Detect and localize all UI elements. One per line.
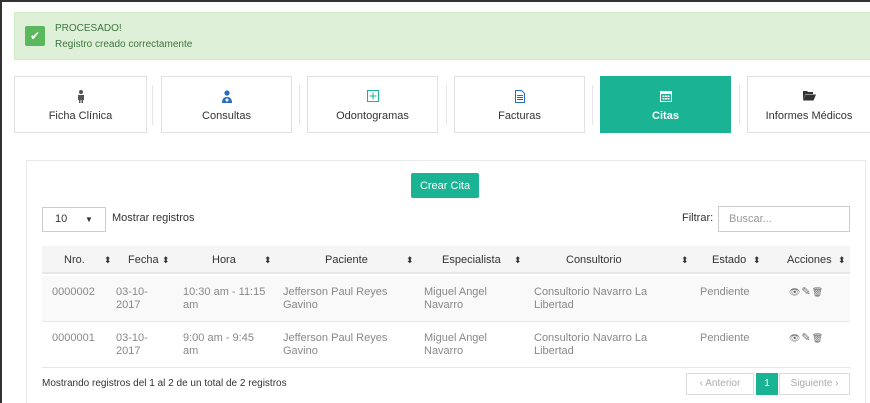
tab-informes-medicos[interactable]: Informes Médicos: [747, 76, 870, 133]
row-actions: 👁✎🗑: [789, 331, 824, 344]
filter-label: Filtrar:: [682, 212, 714, 224]
caret-down-icon: ▼: [85, 215, 93, 224]
alert-message: Registro creado correctamente: [55, 39, 193, 50]
table-header: Nro. ⬍ Fecha ⬍ Hora ⬍ Paciente ⬍ Especia…: [42, 246, 850, 274]
search-input[interactable]: [718, 206, 850, 232]
cell-consultorio: Consultorio Navarro La Libertad: [534, 332, 648, 357]
delete-icon[interactable]: 🗑: [812, 287, 824, 297]
cell-estado: Pendiente: [700, 332, 750, 344]
plus-square-icon: [308, 90, 437, 104]
tab-divider: [152, 85, 153, 125]
window-border-left: [0, 0, 2, 403]
edit-icon[interactable]: ✎: [801, 286, 811, 298]
cell-consultorio: Consultorio Navarro La Libertad: [534, 286, 648, 311]
tab-label: Citas: [652, 110, 679, 122]
table-row: 0000001 03-10- 2017 9:00 am - 9:45 am Jeff…: [42, 322, 850, 368]
col-header-especialista[interactable]: Especialista: [442, 246, 501, 274]
sort-icon[interactable]: ⬍: [264, 246, 272, 274]
col-header-fecha[interactable]: Fecha: [128, 246, 159, 274]
tab-divider: [739, 85, 740, 125]
file-text-icon: [455, 90, 584, 104]
cell-nro: 0000001: [52, 332, 95, 344]
table-row: 0000002 03-10- 2017 10:30 am - 11:15 am Je…: [42, 276, 850, 322]
sort-icon[interactable]: ⬍: [753, 246, 761, 274]
page-length-value: 10: [55, 213, 68, 225]
folder-open-icon: [748, 90, 870, 104]
next-page-button[interactable]: Siguiente ›: [779, 373, 850, 395]
col-header-nro[interactable]: Nro.: [64, 246, 85, 274]
sort-icon[interactable]: ⬍: [681, 246, 689, 274]
cell-hora: 10:30 am - 11:15 am: [183, 286, 266, 311]
table-info: Mostrando registros del 1 al 2 de un tot…: [42, 378, 287, 389]
cell-paciente: Jefferson Paul Reyes Gavino: [283, 286, 388, 311]
check-icon: ✔: [25, 26, 45, 46]
tab-facturas[interactable]: Facturas: [454, 76, 585, 133]
col-header-paciente[interactable]: Paciente: [325, 246, 368, 274]
person-icon: [15, 90, 146, 104]
page: ✔ PROCESADO! Registro creado correctamen…: [0, 0, 870, 403]
crear-cita-button[interactable]: Crear Cita: [411, 173, 479, 198]
cell-especialista: Miguel Angel Navarro: [424, 332, 487, 357]
sort-icon[interactable]: ⬍: [162, 246, 170, 274]
view-icon[interactable]: 👁: [789, 287, 801, 297]
calendar-icon: [601, 90, 730, 104]
tab-label: Consultas: [202, 110, 251, 122]
tab-consultas[interactable]: Consultas: [161, 76, 292, 133]
row-actions: 👁✎🗑: [789, 285, 824, 298]
tab-label: Informes Médicos: [765, 110, 853, 122]
tab-divider: [299, 85, 300, 125]
tab-divider: [592, 85, 593, 125]
tab-citas[interactable]: Citas: [600, 76, 731, 133]
cell-fecha: 03-10- 2017: [116, 332, 148, 357]
tab-ficha-clinica[interactable]: Ficha Clínica: [14, 76, 147, 133]
col-header-consultorio[interactable]: Consultorio: [566, 246, 622, 274]
sort-icon[interactable]: ⬍: [406, 246, 414, 274]
tab-odontogramas[interactable]: Odontogramas: [307, 76, 438, 133]
col-header-acciones[interactable]: Acciones: [787, 246, 832, 274]
delete-icon[interactable]: 🗑: [812, 333, 824, 343]
alert-title: PROCESADO!: [55, 23, 122, 34]
col-header-estado[interactable]: Estado: [712, 246, 746, 274]
tab-label: Facturas: [498, 110, 541, 122]
page-length-label: Mostrar registros: [112, 212, 195, 224]
sort-icon[interactable]: ⬍: [838, 246, 846, 274]
cell-estado: Pendiente: [700, 286, 750, 298]
tab-label: Odontogramas: [336, 110, 409, 122]
tab-label: Ficha Clínica: [48, 110, 113, 122]
page-length-select[interactable]: 10 ▼: [42, 207, 106, 232]
cell-fecha: 03-10- 2017: [116, 286, 148, 311]
cell-paciente: Jefferson Paul Reyes Gavino: [283, 332, 388, 357]
sort-icon[interactable]: ⬍: [514, 246, 522, 274]
prev-page-button[interactable]: ‹ Anterior: [686, 373, 754, 395]
page-1-button[interactable]: 1: [756, 373, 778, 395]
sort-icon[interactable]: ⬍: [104, 246, 112, 274]
cell-especialista: Miguel Angel Navarro: [424, 286, 487, 311]
edit-icon[interactable]: ✎: [801, 332, 811, 344]
tab-divider: [446, 85, 447, 125]
cell-hora: 9:00 am - 9:45 am: [183, 332, 254, 357]
success-alert: ✔ PROCESADO! Registro creado correctamen…: [14, 12, 870, 60]
view-icon[interactable]: 👁: [789, 333, 801, 343]
col-header-hora[interactable]: Hora: [212, 246, 236, 274]
cell-nro: 0000002: [52, 286, 95, 298]
window-border-top: [0, 0, 870, 2]
user-md-icon: [162, 90, 291, 104]
